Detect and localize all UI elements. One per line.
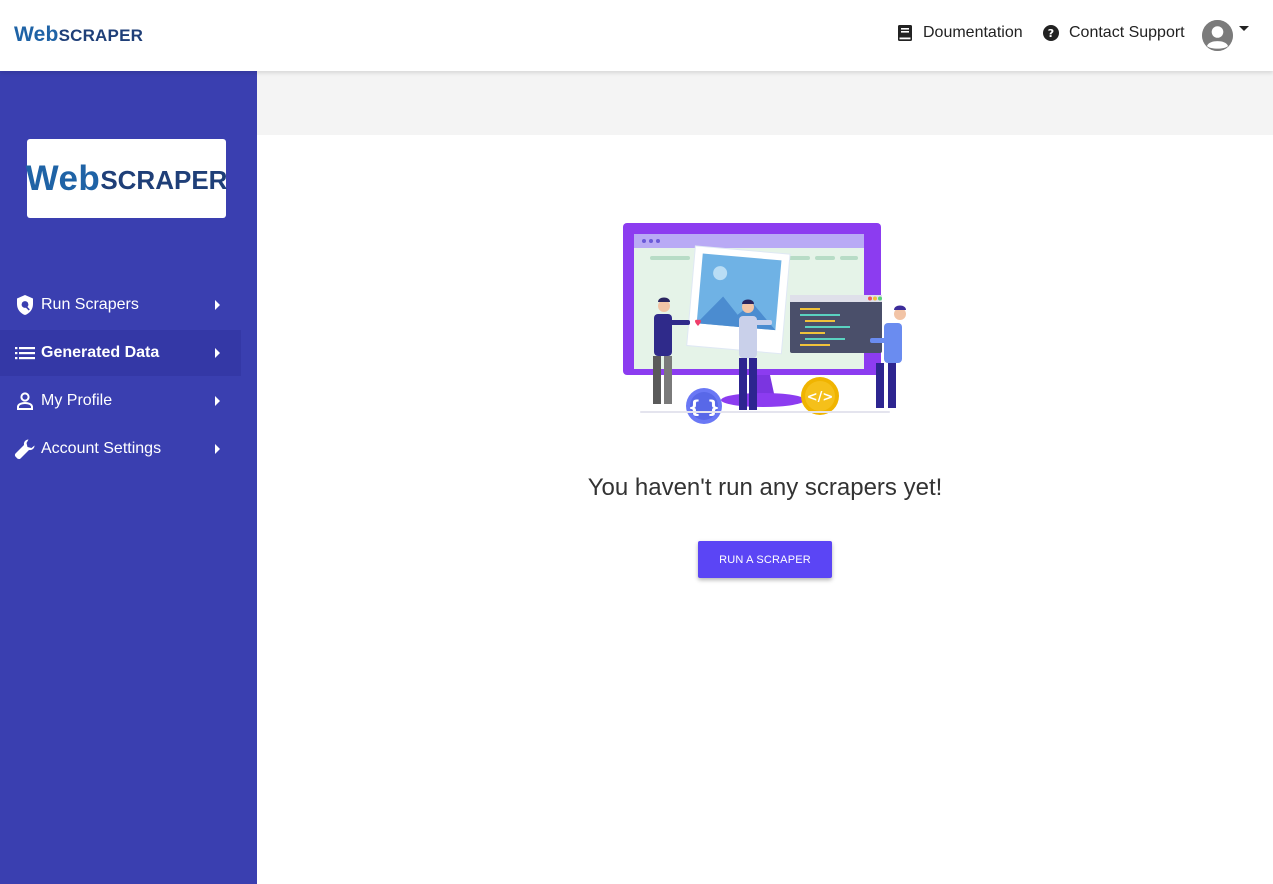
sidebar-item-my-profile[interactable]: My Profile	[0, 378, 241, 424]
chevron-right-icon	[215, 444, 220, 454]
chevron-down-icon	[1239, 26, 1249, 31]
documentation-link[interactable]: Doumentation	[897, 24, 1023, 42]
shield-icon	[14, 294, 36, 316]
sidebar-logo[interactable]: Web SCRAPER	[25, 139, 228, 218]
sidebar-item-label: Run Scrapers	[41, 296, 139, 313]
user-menu[interactable]	[1202, 20, 1249, 51]
sidebar-item-run-scrapers[interactable]: Run Scrapers	[0, 282, 241, 328]
chevron-right-icon	[215, 348, 220, 358]
sidebar-item-label: My Profile	[41, 392, 113, 409]
wrench-icon	[14, 438, 36, 460]
header-logo-web: Web	[14, 23, 59, 46]
chevron-right-icon	[215, 300, 220, 310]
content-header-strip	[257, 71, 1273, 135]
svg-text:</>: </>	[807, 390, 834, 405]
sidebar-item-generated-data[interactable]: Generated Data	[0, 330, 241, 376]
question-circle-icon: ?	[1043, 25, 1059, 41]
svg-text:?: ?	[1048, 27, 1054, 40]
chevron-right-icon	[215, 396, 220, 406]
contact-support-link[interactable]: ? Contact Support	[1043, 24, 1185, 42]
sidebar-logo-web: Web	[25, 158, 101, 198]
sidebar-item-account-settings[interactable]: Account Settings	[0, 426, 241, 472]
sidebar: Web SCRAPER Run Scrapers Generated Data M…	[0, 71, 257, 884]
header-logo-scraper: SCRAPER	[58, 26, 144, 45]
avatar-icon	[1202, 20, 1233, 51]
svg-text:{ }: { }	[688, 397, 720, 418]
header-logo[interactable]: WebSCRAPER	[14, 24, 143, 48]
contact-support-label: Contact Support	[1069, 24, 1185, 41]
sidebar-item-label: Account Settings	[41, 440, 162, 457]
run-a-scraper-button[interactable]: RUN A SCRAPER	[698, 541, 832, 578]
empty-state-message: You haven't run any scrapers yet!	[587, 474, 943, 501]
sidebar-logo-scraper: SCRAPER	[100, 165, 228, 195]
sidebar-item-label: Generated Data	[41, 344, 160, 361]
person-icon	[14, 390, 36, 412]
web-development-illustration: { } </>	[620, 220, 910, 430]
book-icon	[897, 25, 913, 41]
list-icon	[14, 342, 36, 364]
documentation-label: Doumentation	[923, 24, 1023, 41]
top-bar: WebSCRAPER Doumentation ? Contact Suppor…	[0, 0, 1273, 71]
